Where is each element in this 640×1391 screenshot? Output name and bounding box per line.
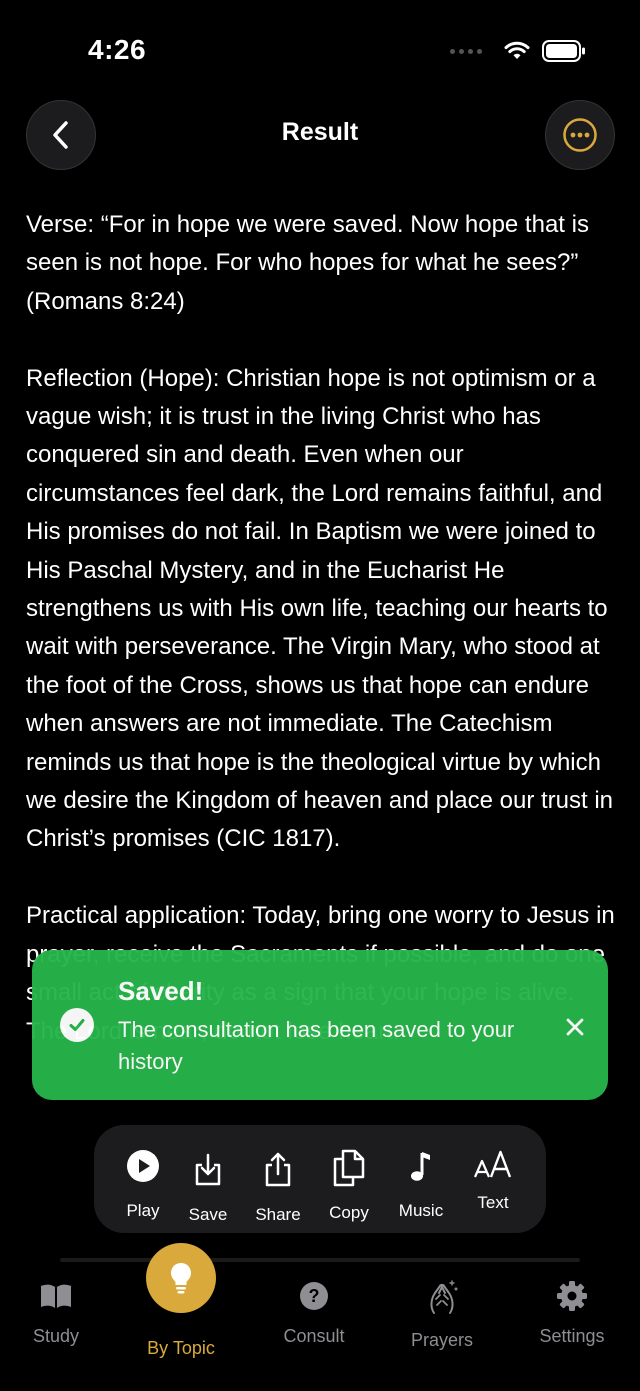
copy-icon — [333, 1149, 365, 1187]
text-size-icon — [473, 1150, 512, 1178]
saved-toast: Saved! The consultation has been saved t… — [32, 950, 608, 1100]
tab-consult[interactable]: ? Consult — [264, 1278, 364, 1347]
more-options-button[interactable] — [545, 100, 615, 170]
status-bar: 4:26 — [0, 0, 640, 100]
save-icon — [195, 1153, 221, 1186]
page-title: Result — [281, 118, 359, 146]
play-icon — [127, 1150, 159, 1182]
nav-bar: Result — [0, 100, 640, 172]
music-button[interactable]: Music — [391, 1145, 451, 1221]
tab-settings-label: Settings — [539, 1326, 605, 1346]
tab-by-topic[interactable] — [146, 1243, 216, 1313]
save-label: Save — [188, 1205, 228, 1224]
share-label: Share — [255, 1205, 301, 1224]
save-button[interactable]: Save — [178, 1149, 238, 1225]
text-size-button[interactable]: Text — [463, 1143, 523, 1213]
checkmark-icon — [60, 1008, 94, 1042]
tab-bar: Study ? Consult Prayers Settings — [0, 1258, 640, 1391]
result-text: Verse: “For in hope we were saved. Now h… — [26, 206, 618, 1051]
share-button[interactable]: Share — [248, 1149, 308, 1225]
signal-icon — [450, 48, 482, 54]
tab-prayers-label: Prayers — [410, 1330, 473, 1350]
gear-icon — [557, 1281, 587, 1311]
wifi-icon — [504, 41, 530, 59]
svg-text:?: ? — [309, 1286, 320, 1306]
copy-label: Copy — [329, 1203, 369, 1222]
verse-paragraph: Verse: “For in hope we were saved. Now h… — [26, 211, 589, 315]
praying-hands-icon — [430, 1280, 458, 1314]
share-icon — [265, 1152, 291, 1187]
close-icon — [566, 1018, 584, 1036]
text-label: Text — [477, 1193, 509, 1212]
status-time: 4:26 — [88, 34, 147, 65]
copy-button[interactable]: Copy — [319, 1147, 379, 1223]
music-label: Music — [398, 1201, 444, 1220]
tab-by-topic-label: By Topic — [147, 1338, 215, 1358]
book-icon — [41, 1284, 71, 1308]
toast-message: The consultation has been saved to your … — [118, 1017, 515, 1074]
play-button[interactable]: Play — [113, 1145, 173, 1221]
question-icon: ? — [300, 1282, 328, 1310]
tab-prayers[interactable]: Prayers — [392, 1278, 492, 1351]
action-toolbar: Play Save Share Copy Music Text — [94, 1125, 546, 1233]
tab-study[interactable]: Study — [6, 1278, 106, 1347]
tab-bar-divider — [60, 1258, 580, 1262]
tab-settings[interactable]: Settings — [522, 1278, 622, 1347]
lightbulb-icon — [171, 1263, 191, 1294]
battery-icon — [542, 40, 585, 62]
reflection-paragraph: Reflection (Hope): Christian hope is not… — [26, 364, 614, 853]
status-icons — [450, 40, 586, 62]
ellipsis-circle-icon — [563, 118, 597, 152]
tab-study-label: Study — [32, 1326, 80, 1346]
tab-consult-label: Consult — [283, 1326, 345, 1346]
toast-close-button[interactable] — [562, 1014, 588, 1040]
music-icon — [411, 1152, 430, 1181]
toast-title: Saved! — [118, 976, 204, 1006]
play-label: Play — [126, 1201, 160, 1220]
